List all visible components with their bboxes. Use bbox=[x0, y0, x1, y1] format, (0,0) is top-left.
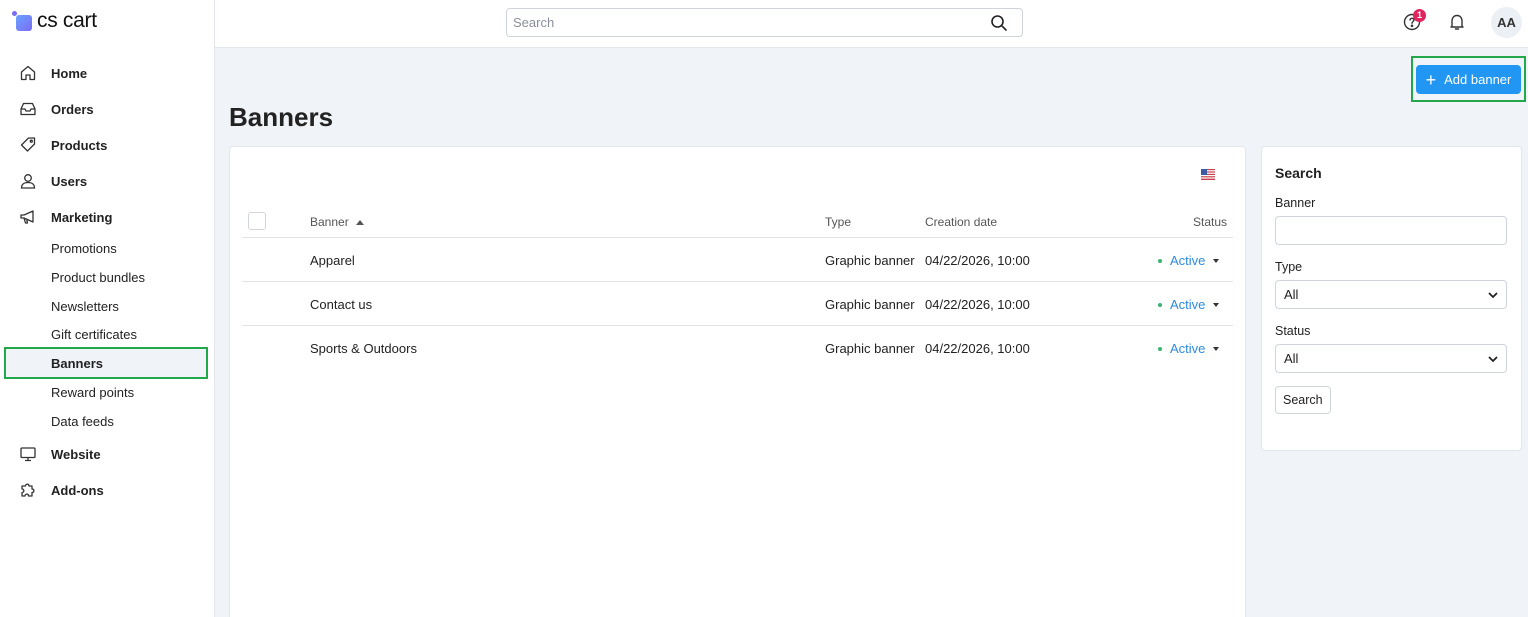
sidebar-item-orders[interactable]: Orders bbox=[18, 97, 94, 121]
inbox-icon bbox=[18, 99, 38, 119]
status-filter-label: Status bbox=[1275, 324, 1311, 338]
type-filter-label: Type bbox=[1275, 260, 1303, 274]
home-icon bbox=[18, 63, 38, 83]
monitor-icon bbox=[18, 444, 38, 464]
banner-type: Graphic banner bbox=[825, 297, 915, 312]
sidebar-item-marketing[interactable]: Marketing bbox=[18, 205, 112, 229]
chevron-down-icon bbox=[1488, 287, 1498, 302]
caret-down-icon bbox=[1213, 258, 1220, 263]
sidebar-item-users[interactable]: Users bbox=[18, 169, 87, 193]
sidebar-item-add-ons[interactable]: Add-ons bbox=[18, 478, 104, 502]
search-button[interactable]: Search bbox=[1275, 386, 1331, 414]
status-filter-select[interactable]: All bbox=[1275, 344, 1507, 373]
status-dropdown[interactable]: Active bbox=[1158, 341, 1220, 356]
notification-badge: 1 bbox=[1413, 9, 1426, 22]
sidebar-subitem-gift-certificates[interactable]: Gift certificates bbox=[51, 325, 137, 345]
banner-filter-input[interactable] bbox=[1275, 216, 1507, 245]
column-header-banner[interactable]: Banner bbox=[310, 215, 365, 229]
banner-name-link[interactable]: Sports & Outdoors bbox=[310, 341, 417, 356]
banner-name-link[interactable]: Contact us bbox=[310, 297, 372, 312]
banner-creation-date: 04/22/2026, 10:00 bbox=[925, 297, 1030, 312]
logo-icon bbox=[12, 10, 33, 32]
type-filter-value: All bbox=[1284, 287, 1299, 302]
banner-type: Graphic banner bbox=[825, 341, 915, 356]
status-filter-value: All bbox=[1284, 351, 1299, 366]
sidebar-item-label: Orders bbox=[51, 101, 94, 117]
column-header-creation-date: Creation date bbox=[925, 215, 998, 229]
bell-icon[interactable] bbox=[1447, 12, 1467, 32]
banners-table-card: Banner Type Creation date Status Apparel… bbox=[229, 146, 1246, 617]
logo-text: cs cart bbox=[37, 9, 97, 32]
status-dropdown[interactable]: Active bbox=[1158, 253, 1220, 268]
status-dot-icon bbox=[1158, 258, 1162, 263]
add-banner-button[interactable]: + Add banner bbox=[1416, 65, 1521, 94]
banner-creation-date: 04/22/2026, 10:00 bbox=[925, 253, 1030, 268]
avatar[interactable]: AA bbox=[1491, 7, 1522, 38]
sidebar-subitem-reward-points[interactable]: Reward points bbox=[51, 383, 134, 403]
search-panel: Search Banner Type All Status All Search bbox=[1261, 146, 1522, 451]
sidebar-item-website[interactable]: Website bbox=[18, 442, 101, 466]
sidebar-item-label: Home bbox=[51, 65, 88, 81]
table-row: Sports & Outdoors Graphic banner 04/22/2… bbox=[242, 326, 1233, 370]
plus-icon: + bbox=[1425, 69, 1437, 90]
column-header-status: Status bbox=[1193, 215, 1228, 229]
active-item-highlight bbox=[4, 347, 208, 379]
sidebar-subitem-newsletters[interactable]: Newsletters bbox=[51, 297, 119, 317]
table-row: Contact us Graphic banner 04/22/2026, 10… bbox=[242, 282, 1233, 326]
table-row: Apparel Graphic banner 04/22/2026, 10:00… bbox=[242, 238, 1233, 282]
tag-icon bbox=[18, 135, 38, 155]
sidebar-item-home[interactable]: Home bbox=[18, 61, 87, 85]
sort-asc-icon bbox=[356, 220, 365, 225]
banner-type: Graphic banner bbox=[825, 253, 915, 268]
top-bar: 1 AA bbox=[215, 0, 1528, 48]
page-title: Banners bbox=[229, 102, 334, 132]
sidebar-item-label: Users bbox=[51, 173, 88, 189]
us-flag-icon[interactable] bbox=[1201, 168, 1215, 180]
column-header-type: Type bbox=[825, 215, 852, 229]
sidebar-item-label: Products bbox=[51, 137, 108, 153]
table-header: Banner Type Creation date Status bbox=[242, 207, 1233, 238]
sidebar-subitem-banners[interactable]: Banners bbox=[51, 354, 103, 374]
search-input[interactable] bbox=[507, 9, 967, 36]
caret-down-icon bbox=[1213, 346, 1220, 351]
status-dot-icon bbox=[1158, 346, 1162, 351]
banner-filter-label: Banner bbox=[1275, 196, 1316, 210]
user-icon bbox=[18, 171, 38, 191]
sidebar-subitem-product-bundles[interactable]: Product bundles bbox=[51, 268, 145, 288]
puzzle-icon bbox=[18, 480, 38, 500]
sidebar-item-label: Website bbox=[51, 446, 101, 462]
add-banner-highlight: + Add banner bbox=[1411, 56, 1526, 102]
sidebar-subitem-promotions[interactable]: Promotions bbox=[51, 239, 117, 259]
status-dot-icon bbox=[1158, 302, 1162, 307]
megaphone-icon bbox=[18, 207, 38, 227]
search-panel-title: Search bbox=[1275, 165, 1322, 181]
caret-down-icon bbox=[1213, 302, 1220, 307]
sidebar-item-label: Marketing bbox=[51, 209, 113, 225]
banner-creation-date: 04/22/2026, 10:00 bbox=[925, 341, 1030, 356]
type-filter-select[interactable]: All bbox=[1275, 280, 1507, 309]
sidebar-item-products[interactable]: Products bbox=[18, 133, 107, 157]
status-dropdown[interactable]: Active bbox=[1158, 297, 1220, 312]
global-search bbox=[506, 8, 1023, 37]
chevron-down-icon bbox=[1488, 351, 1498, 366]
add-banner-label: Add banner bbox=[1444, 72, 1512, 87]
search-icon[interactable] bbox=[990, 14, 1008, 32]
sidebar-subitem-data-feeds[interactable]: Data feeds bbox=[51, 412, 114, 432]
sidebar: cs cart Home Orders Products Users Marke… bbox=[0, 0, 215, 617]
select-all-checkbox[interactable] bbox=[248, 212, 266, 230]
banner-name-link[interactable]: Apparel bbox=[310, 253, 355, 268]
sidebar-item-label: Add-ons bbox=[51, 482, 104, 498]
logo[interactable]: cs cart bbox=[12, 8, 97, 34]
